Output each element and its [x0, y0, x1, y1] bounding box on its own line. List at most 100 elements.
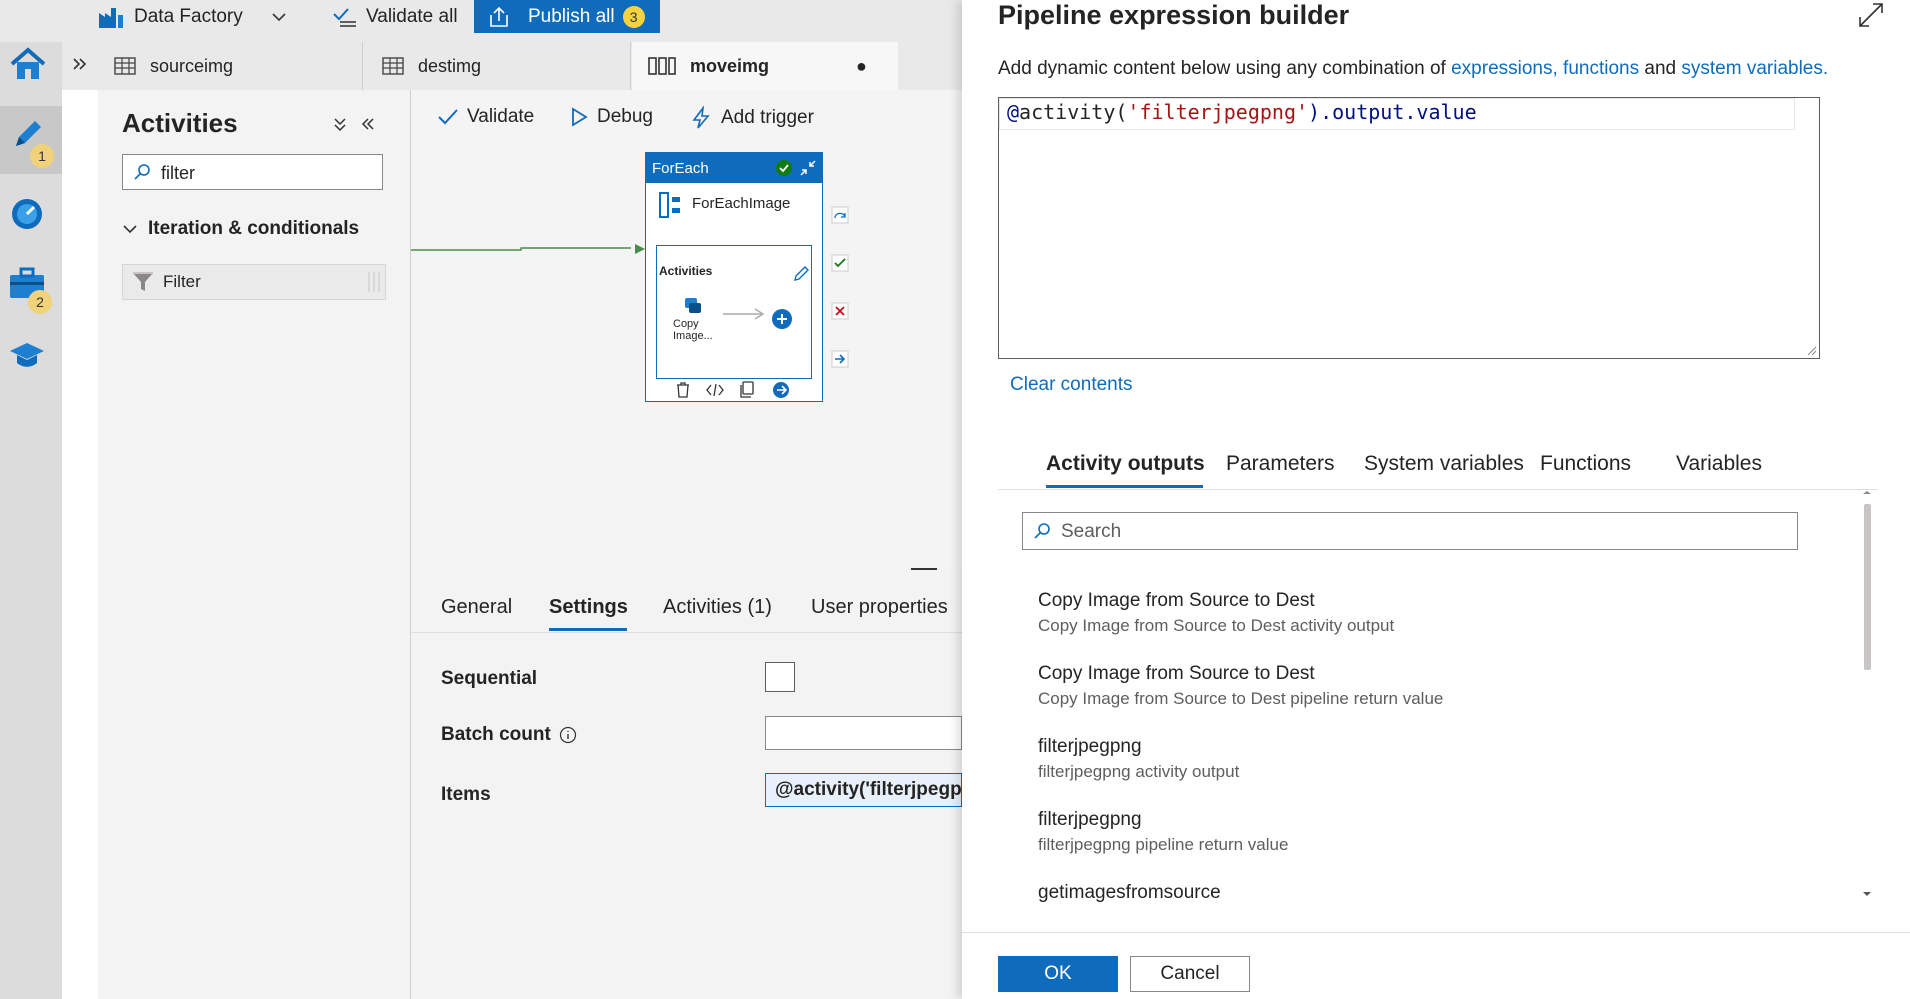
tab-functions[interactable]: Functions — [1540, 452, 1631, 476]
results-scrollbar[interactable] — [1860, 490, 1874, 898]
result-subtitle[interactable]: filterjpegpng pipeline return value — [1038, 835, 1288, 855]
result-title[interactable]: filterjpegpng — [1038, 809, 1142, 831]
monitor-icon[interactable] — [9, 196, 45, 232]
foreach-icon — [659, 192, 680, 218]
tab-parameters[interactable]: Parameters — [1226, 452, 1335, 476]
learning-cap-icon[interactable] — [8, 340, 46, 370]
tab-activity-outputs[interactable]: Activity outputs — [1046, 452, 1205, 476]
activities-search-value: filter — [161, 163, 196, 183]
foreach-type-label: ForEach — [652, 159, 709, 177]
delete-icon[interactable] — [674, 381, 692, 399]
tab-system-variables[interactable]: System variables — [1364, 452, 1524, 476]
tab-moveimg[interactable]: moveimg ● — [632, 42, 898, 90]
items-input[interactable]: @activity('filterjpegpr — [765, 773, 962, 807]
filter-activity-item[interactable]: Filter — [122, 264, 386, 300]
tab-user-properties[interactable]: User properties — [811, 596, 948, 619]
publish-count-badge: 3 — [622, 5, 645, 28]
expression-text: @activity('filterjpegpng').output.value — [1007, 100, 1477, 124]
iteration-group-header[interactable]: Iteration & conditionals — [122, 218, 359, 240]
tab-sourceimg[interactable]: sourceimg — [98, 42, 363, 90]
inner-activities-label: Activities — [659, 264, 713, 278]
validate-button[interactable]: Validate — [437, 106, 534, 128]
add-activity-icon[interactable] — [771, 308, 793, 330]
info-icon — [559, 726, 576, 744]
pipeline-tab-row: sourceimg destimg moveimg ● — [62, 42, 962, 90]
clone-icon[interactable] — [738, 381, 756, 399]
tab-label: moveimg — [690, 55, 770, 76]
search-icon — [1034, 523, 1050, 539]
result-title[interactable]: Copy Image from Source to Dest — [1038, 663, 1315, 685]
cancel-button[interactable]: Cancel — [1130, 956, 1250, 992]
iteration-group-label: Iteration & conditionals — [148, 218, 360, 239]
debug-button[interactable]: Debug — [569, 106, 653, 128]
items-label: Items — [441, 784, 491, 805]
search-icon — [134, 164, 150, 180]
skip-handle-icon[interactable] — [831, 206, 849, 224]
publish-all-button[interactable]: Publish all 3 — [474, 0, 660, 33]
result-title[interactable]: getimagesfromsource — [1038, 882, 1221, 902]
canvas-toolbar: Validate Debug Add trigger — [411, 90, 962, 146]
publish-icon — [490, 6, 508, 27]
collapse-all-icon[interactable] — [332, 116, 348, 132]
author-badge: 1 — [30, 144, 54, 168]
factory-selector[interactable]: Data Factory — [98, 0, 287, 34]
hide-panel-icon[interactable] — [360, 116, 376, 132]
batch-count-input[interactable] — [765, 716, 962, 750]
desc-text: Add dynamic content below using any comb… — [998, 58, 1452, 79]
foreach-activity-node[interactable]: ForEach ForEachImage Activities Copy Ima… — [645, 152, 823, 402]
result-subtitle[interactable]: filterjpegpng activity output — [1038, 762, 1239, 782]
check-icon — [438, 109, 458, 125]
filter-funnel-icon — [133, 272, 153, 291]
chevron-down-icon — [272, 13, 286, 22]
sequential-checkbox[interactable] — [765, 662, 795, 692]
code-icon[interactable] — [706, 381, 724, 399]
activities-search-input[interactable]: filter — [122, 154, 383, 190]
completion-handle-icon[interactable] — [831, 350, 849, 368]
batch-count-label: Batch count — [441, 724, 551, 745]
dependency-connector — [411, 244, 645, 254]
activities-title: Activities — [122, 108, 238, 138]
pipeline-canvas[interactable]: Validate Debug Add trigger ForEach ForEa… — [411, 90, 962, 571]
sequential-label: Sequential — [441, 668, 538, 689]
result-subtitle[interactable]: Copy Image from Source to Dest activity … — [1038, 616, 1394, 636]
tab-activities[interactable]: Activities (1) — [663, 596, 772, 619]
expression-editor[interactable]: @activity('filterjpegpng').output.value — [998, 97, 1820, 359]
footer-divider — [962, 932, 1910, 933]
validate-label: Validate — [467, 106, 535, 127]
system-variables-link[interactable]: system variables. — [1681, 58, 1828, 79]
add-trigger-button[interactable]: Add trigger — [689, 106, 814, 130]
tab-settings[interactable]: Settings — [549, 596, 628, 619]
expand-icon[interactable] — [1858, 2, 1884, 28]
failure-handle-icon[interactable] — [831, 302, 849, 320]
tab-destimg[interactable]: destimg — [364, 42, 631, 90]
table-icon — [382, 57, 404, 75]
success-handle-icon[interactable] — [831, 254, 849, 272]
validate-all-button[interactable]: Validate all — [332, 0, 458, 34]
table-icon — [114, 57, 136, 75]
flow-arrow-icon — [723, 308, 765, 320]
publish-all-label: Publish all — [528, 5, 615, 27]
builder-search-input[interactable]: Search — [1022, 512, 1798, 550]
tab-general[interactable]: General — [441, 596, 512, 619]
result-title[interactable]: filterjpegpng — [1038, 736, 1142, 758]
resize-corner-icon[interactable] — [1807, 346, 1817, 356]
settings-tab-indicator — [549, 628, 627, 631]
expr-function: activity( — [1019, 100, 1128, 124]
search-placeholder: Search — [1061, 521, 1122, 542]
chevron-down-icon — [123, 225, 137, 234]
result-subtitle[interactable]: Copy Image from Source to Dest pipeline … — [1038, 689, 1443, 709]
inner-activities-container[interactable]: Activities Copy Image... — [656, 245, 812, 379]
expand-panel-icon[interactable] — [72, 56, 88, 72]
expressions-functions-link[interactable]: expressions, functions — [1451, 58, 1639, 79]
clear-contents-link[interactable]: Clear contents — [1010, 374, 1133, 396]
manage-badge: 2 — [28, 290, 52, 314]
drag-handle-icon — [368, 272, 380, 292]
filter-activity-label: Filter — [163, 272, 201, 291]
expr-string: 'filterjpegpng' — [1127, 100, 1309, 124]
ok-button[interactable]: OK — [998, 956, 1118, 992]
tab-variables[interactable]: Variables — [1676, 452, 1762, 476]
go-to-icon[interactable] — [772, 381, 790, 399]
result-title[interactable]: Copy Image from Source to Dest — [1038, 590, 1315, 612]
copy-activity-label: Copy Image... — [673, 318, 713, 342]
home-icon[interactable] — [8, 46, 48, 82]
